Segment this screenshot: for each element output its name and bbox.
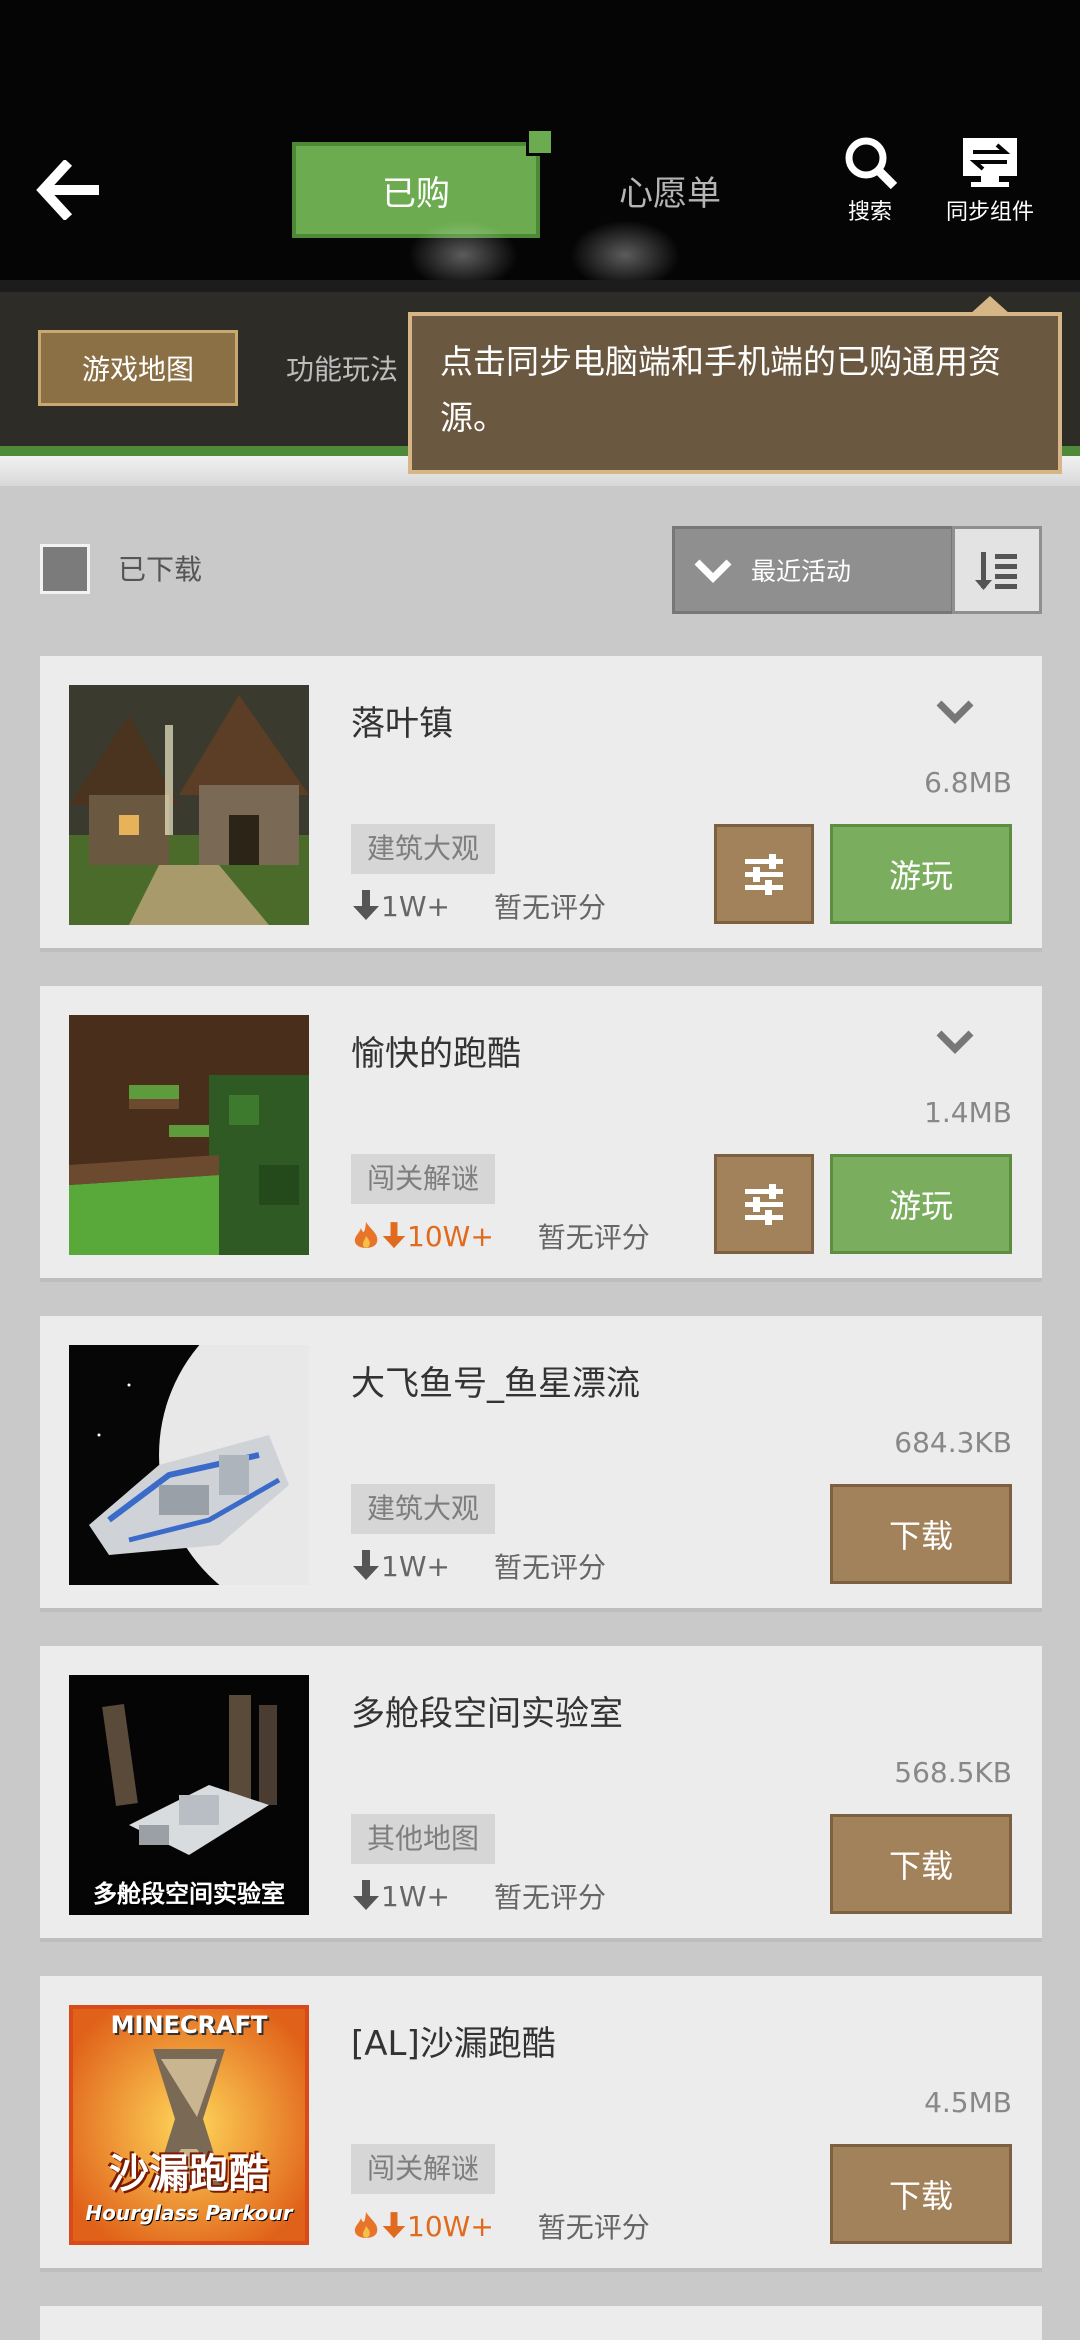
item-title: 大飞鱼号_鱼星漂流 (351, 1364, 640, 1404)
item-tag: 建筑大观 (351, 1484, 496, 1534)
tooltip-text: 点击同步电脑端和手机端的已购通用资源。 (440, 342, 1001, 437)
sync-components-button[interactable]: 同步组件 (935, 130, 1045, 240)
download-count: 1W+ (381, 889, 450, 923)
play-button[interactable]: 游玩 (830, 1154, 1012, 1254)
flame-icon (354, 2212, 378, 2238)
download-count-icon (353, 1880, 379, 1910)
item-stats: 1W+ 暂无评分 (351, 1546, 606, 1586)
item-rating: 暂无评分 (493, 891, 606, 924)
back-arrow-icon (36, 160, 99, 220)
item-size: 568.5KB (894, 1756, 1012, 1789)
item-stats: 1W+ 暂无评分 (351, 886, 606, 926)
search-label: 搜索 (847, 200, 892, 225)
sort-order-button[interactable] (952, 526, 1042, 614)
item-title: [AL]沙漏跑酷 (351, 2024, 556, 2064)
sort-order-icon (975, 552, 1017, 590)
chevron-down-icon (936, 700, 974, 724)
item-rating: 暂无评分 (537, 1221, 650, 1254)
map-thumbnail: 多舱段空间实验室 (69, 1675, 309, 1915)
download-count: 10W+ (407, 1219, 494, 1253)
item-stats: 10W+ 暂无评分 (351, 2206, 650, 2246)
download-count-icon (353, 890, 379, 920)
chevron-down-icon (694, 559, 732, 583)
item-size: 1.4MB (924, 1096, 1012, 1129)
item-stats: 1W+ 暂无评分 (351, 1876, 606, 1916)
item-tag: 闯关解谜 (351, 1154, 496, 1204)
sync-icon (963, 138, 1017, 187)
list-item-partial[interactable] (40, 2306, 1042, 2340)
category-gameplay-label: 功能玩法 (285, 353, 398, 386)
back-button[interactable] (30, 150, 110, 230)
item-title: 多舱段空间实验室 (351, 1694, 623, 1734)
map-thumbnail (69, 1015, 309, 1255)
tab-corner-decoration (526, 128, 554, 156)
downloaded-label: 已下载 (118, 553, 203, 586)
sync-label: 同步组件 (945, 200, 1034, 225)
thumbnail-title-cn: 沙漏跑酷 (109, 2151, 269, 2197)
category-game-maps-label: 游戏地图 (81, 353, 194, 386)
item-size: 4.5MB (924, 2086, 1012, 2119)
download-button[interactable]: 下载 (830, 1484, 1012, 1584)
download-count-icon (353, 1550, 379, 1580)
download-button[interactable]: 下载 (830, 2144, 1012, 2244)
item-size: 6.8MB (924, 766, 1012, 799)
sort-dropdown[interactable]: 最近活动 (672, 526, 954, 614)
tab-purchased[interactable]: 已购 (292, 128, 554, 238)
item-rating: 暂无评分 (537, 2211, 650, 2244)
item-rating: 暂无评分 (493, 1551, 606, 1584)
item-tag: 建筑大观 (351, 824, 496, 874)
download-count: 1W+ (381, 1549, 450, 1583)
top-header: 已购 心愿单 搜索 同步组件 (0, 0, 1080, 290)
list-item[interactable]: MINECRAFT 沙漏跑酷 Hourglass Parkour [AL]沙漏跑… (40, 1976, 1042, 2272)
list-item[interactable]: 落叶镇 6.8MB 建筑大观 1W+ 暂无评分 游玩 (40, 656, 1042, 952)
header-divider (0, 280, 1080, 294)
search-button[interactable]: 搜索 (815, 130, 925, 240)
expand-toggle[interactable] (930, 686, 980, 736)
item-stats: 10W+ 暂无评分 (351, 1216, 650, 1256)
play-button[interactable]: 游玩 (830, 824, 1012, 924)
flame-icon (354, 1222, 378, 1248)
expand-toggle[interactable] (930, 1016, 980, 1066)
settings-button[interactable] (714, 1154, 814, 1254)
download-count-icon (382, 1222, 406, 1249)
list-item[interactable]: 大飞鱼号_鱼星漂流 684.3KB 建筑大观 1W+ 暂无评分 下载 (40, 1316, 1042, 1612)
list-item[interactable]: 愉快的跑酷 1.4MB 闯关解谜 10W+ 暂无评分 游玩 (40, 986, 1042, 1282)
item-title: 落叶镇 (351, 704, 453, 744)
map-thumbnail: MINECRAFT 沙漏跑酷 Hourglass Parkour (69, 2005, 309, 2245)
download-count-icon (382, 2212, 406, 2239)
tab-purchased-label: 已购 (382, 173, 450, 214)
tab-wishlist-label: 心愿单 (619, 173, 721, 214)
category-gameplay[interactable]: 功能玩法 (272, 330, 412, 406)
list-item[interactable]: 多舱段空间实验室 多舱段空间实验室 568.5KB 其他地图 1W+ 暂无评分 … (40, 1646, 1042, 1942)
item-title: 愉快的跑酷 (351, 1034, 521, 1074)
thumbnail-title-en: Hourglass Parkour (85, 2201, 293, 2225)
chevron-down-icon (936, 1030, 974, 1054)
sync-tooltip[interactable]: 点击同步电脑端和手机端的已购通用资源。 (408, 312, 1062, 474)
item-tag: 其他地图 (351, 1814, 496, 1864)
sliders-icon (745, 854, 783, 895)
tab-wishlist[interactable]: 心愿单 (590, 150, 750, 230)
download-button[interactable]: 下载 (830, 1814, 1012, 1914)
search-icon (845, 137, 898, 190)
download-count: 10W+ (407, 2209, 494, 2243)
category-game-maps[interactable]: 游戏地图 (38, 330, 238, 406)
thumbnail-caption: 多舱段空间实验室 (93, 1880, 285, 1908)
item-size: 684.3KB (894, 1426, 1012, 1459)
sliders-icon (745, 1184, 783, 1225)
settings-button[interactable] (714, 824, 814, 924)
thumbnail-brand: MINECRAFT (110, 2011, 268, 2039)
item-tag: 闯关解谜 (351, 2144, 496, 2194)
downloaded-checkbox[interactable] (40, 544, 90, 594)
sort-label: 最近活动 (751, 557, 852, 586)
download-count: 1W+ (381, 1879, 450, 1913)
map-thumbnail (69, 1345, 309, 1585)
item-rating: 暂无评分 (493, 1881, 606, 1914)
map-thumbnail (69, 685, 309, 925)
